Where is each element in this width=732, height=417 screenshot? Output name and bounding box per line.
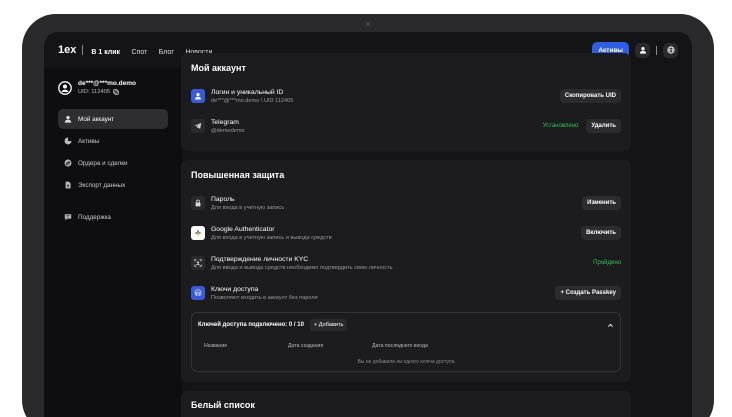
whitelist-card: Белый список xyxy=(181,391,631,417)
add-passkey-button[interactable]: + Добавить xyxy=(309,319,348,331)
change-password-button[interactable]: Изменить xyxy=(582,196,621,210)
avatar-icon xyxy=(58,80,72,95)
main-content: Мой аккаунт Логин и уникальный ID de***@… xyxy=(181,53,631,417)
telegram-status: Установлено xyxy=(542,123,579,129)
sidebar-item-assets[interactable]: Активы xyxy=(58,131,168,151)
google-auth-row: Google Authenticator Для входа в учетную… xyxy=(191,218,621,248)
delete-telegram-button[interactable]: Удалить xyxy=(586,119,621,133)
passkeys-table-header: Название Дата создания Дата последнего в… xyxy=(198,343,614,349)
telegram-subtitle: @demodemo xyxy=(211,127,245,134)
sidebar-item-label: Активы xyxy=(78,137,100,145)
password-title: Пароль xyxy=(211,195,235,203)
passkeys-count: Ключей доступа подключено: 0 / 10 xyxy=(198,322,304,328)
passkeys-title: Ключи доступа xyxy=(211,285,259,293)
col-created: Дата создания xyxy=(288,343,324,349)
sidebar: de***@***mo.demo UID: 112405 Мой аккаунт… xyxy=(44,68,182,417)
enable-ga-button[interactable]: Включить xyxy=(581,226,621,240)
google-auth-subtitle: Для входа в учетную запись и вывода сред… xyxy=(211,234,332,241)
camera xyxy=(366,22,370,26)
google-auth-title: Google Authenticator xyxy=(211,225,275,233)
kyc-title: Подтверждение личности KYC xyxy=(211,255,309,263)
nav-blog[interactable]: Блог xyxy=(159,49,174,56)
id-scan-icon xyxy=(191,256,205,270)
language-button[interactable] xyxy=(663,42,678,58)
kyc-row: Подтверждение личности KYC Для ввода и в… xyxy=(191,248,621,278)
telegram-row: Telegram @demodemo Установлено Удалить xyxy=(191,111,621,141)
file-icon xyxy=(65,181,71,189)
lock-icon xyxy=(191,196,205,210)
sidebar-item-label: Ордера и сделки xyxy=(78,159,128,167)
login-title: Логин и уникальный ID xyxy=(211,88,284,96)
security-card: Повышенная защита Пароль Для входа в уче… xyxy=(181,160,631,382)
logo[interactable]: 1ex xyxy=(58,44,76,56)
col-name: Название xyxy=(204,343,228,349)
passkeys-empty-state: Вы не добавили ни одного ключа доступа xyxy=(357,359,455,365)
profile-button[interactable] xyxy=(635,42,650,58)
sidebar-item-export[interactable]: Экспорт данных xyxy=(58,175,168,195)
divider xyxy=(656,45,657,55)
user-icon xyxy=(639,47,646,54)
globe-icon xyxy=(666,46,675,54)
sidebar-item-label: Поддержка xyxy=(78,213,111,221)
sidebar-item-my-account[interactable]: Мой аккаунт xyxy=(58,109,168,129)
fingerprint-icon xyxy=(191,286,205,300)
telegram-title: Telegram xyxy=(211,118,239,126)
user-email: de***@***mo.demo xyxy=(78,80,136,87)
user-block: de***@***mo.demo UID: 112405 xyxy=(58,80,168,95)
user-icon xyxy=(191,89,205,103)
kyc-status: Пройдено xyxy=(593,260,621,266)
sidebar-item-orders[interactable]: Ордера и сделки xyxy=(58,153,168,173)
chevron-up-icon[interactable] xyxy=(607,322,614,329)
passkeys-panel: Ключей доступа подключено: 0 / 10 + Доба… xyxy=(191,312,621,372)
account-card: Мой аккаунт Логин и уникальный ID de***@… xyxy=(181,53,631,151)
user-icon xyxy=(64,115,72,123)
copy-icon[interactable] xyxy=(113,89,119,95)
account-title: Мой аккаунт xyxy=(191,63,246,73)
whitelist-title: Белый список xyxy=(191,400,255,410)
passkeys-subtitle: Позволяют входить в аккаунт без пароля xyxy=(211,294,318,301)
create-passkey-button[interactable]: + Создать Passkey xyxy=(555,286,621,300)
telegram-icon xyxy=(191,119,205,133)
pie-icon xyxy=(64,137,72,145)
login-row: Логин и уникальный ID de***@***mo.demo \… xyxy=(191,81,621,111)
nav-spot[interactable]: Спот xyxy=(132,49,148,56)
password-row: Пароль Для входа в учетную запись Измени… xyxy=(191,188,621,218)
col-last-login: Дата последнего входа xyxy=(372,343,428,349)
password-subtitle: Для входа в учетную запись xyxy=(211,204,285,211)
sidebar-item-support[interactable]: Поддержка xyxy=(58,207,168,227)
chat-icon xyxy=(64,214,72,221)
nav-one-click[interactable]: В 1 клик xyxy=(91,49,120,56)
passkeys-row: Ключи доступа Позволяют входить в аккаун… xyxy=(191,278,621,308)
sidebar-item-label: Мой аккаунт xyxy=(78,115,115,123)
security-title: Повышенная защита xyxy=(191,170,285,180)
kyc-subtitle: Для ввода и вывода средств необходимо по… xyxy=(211,264,393,271)
swap-icon xyxy=(64,159,72,167)
sidebar-item-label: Экспорт данных xyxy=(78,181,126,189)
login-subtitle: de***@***mo.demo \ UID 112405 xyxy=(211,97,294,104)
user-uid: UID: 112405 xyxy=(78,89,111,95)
google-authenticator-icon xyxy=(191,226,205,240)
copy-uid-button[interactable]: Скопировать UID xyxy=(559,89,621,103)
divider xyxy=(82,45,84,55)
app-screen: 1ex В 1 клик Спот Блог Новости Активы de… xyxy=(44,32,692,417)
